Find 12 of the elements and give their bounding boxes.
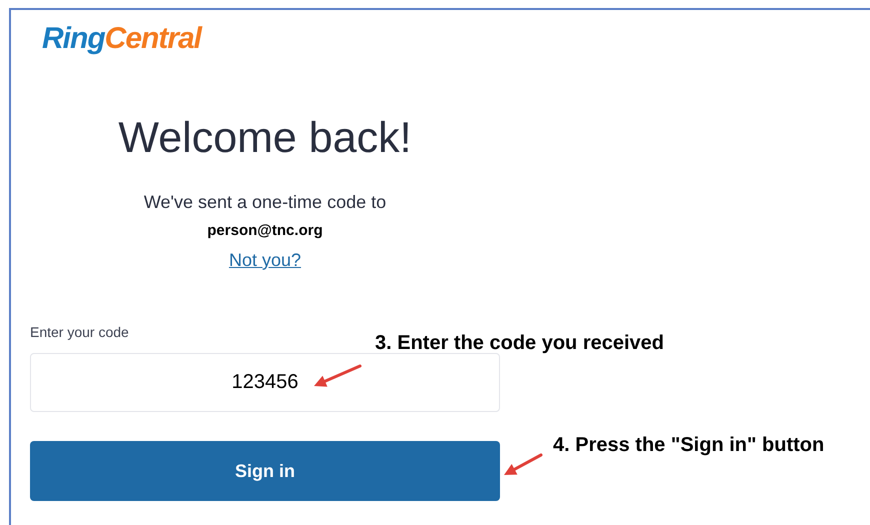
annotation-text: 3. Enter the code you received: [375, 331, 664, 355]
not-you-link[interactable]: Not you?: [228, 249, 302, 271]
message-text: We've sent a one-time code to: [144, 191, 386, 213]
sign-in-button[interactable]: Sign in: [30, 441, 500, 501]
code-label: Enter your code: [30, 323, 129, 341]
welcome-heading: Welcome back!: [118, 113, 412, 164]
code-field[interactable]: 123456: [30, 353, 500, 412]
arrow: [504, 454, 542, 475]
email-text: person@tnc.org: [207, 222, 323, 240]
annotation-text: 4. Press the "Sign in" button: [553, 433, 824, 457]
arrow: [314, 364, 362, 387]
logo: RingCentral: [42, 22, 202, 56]
